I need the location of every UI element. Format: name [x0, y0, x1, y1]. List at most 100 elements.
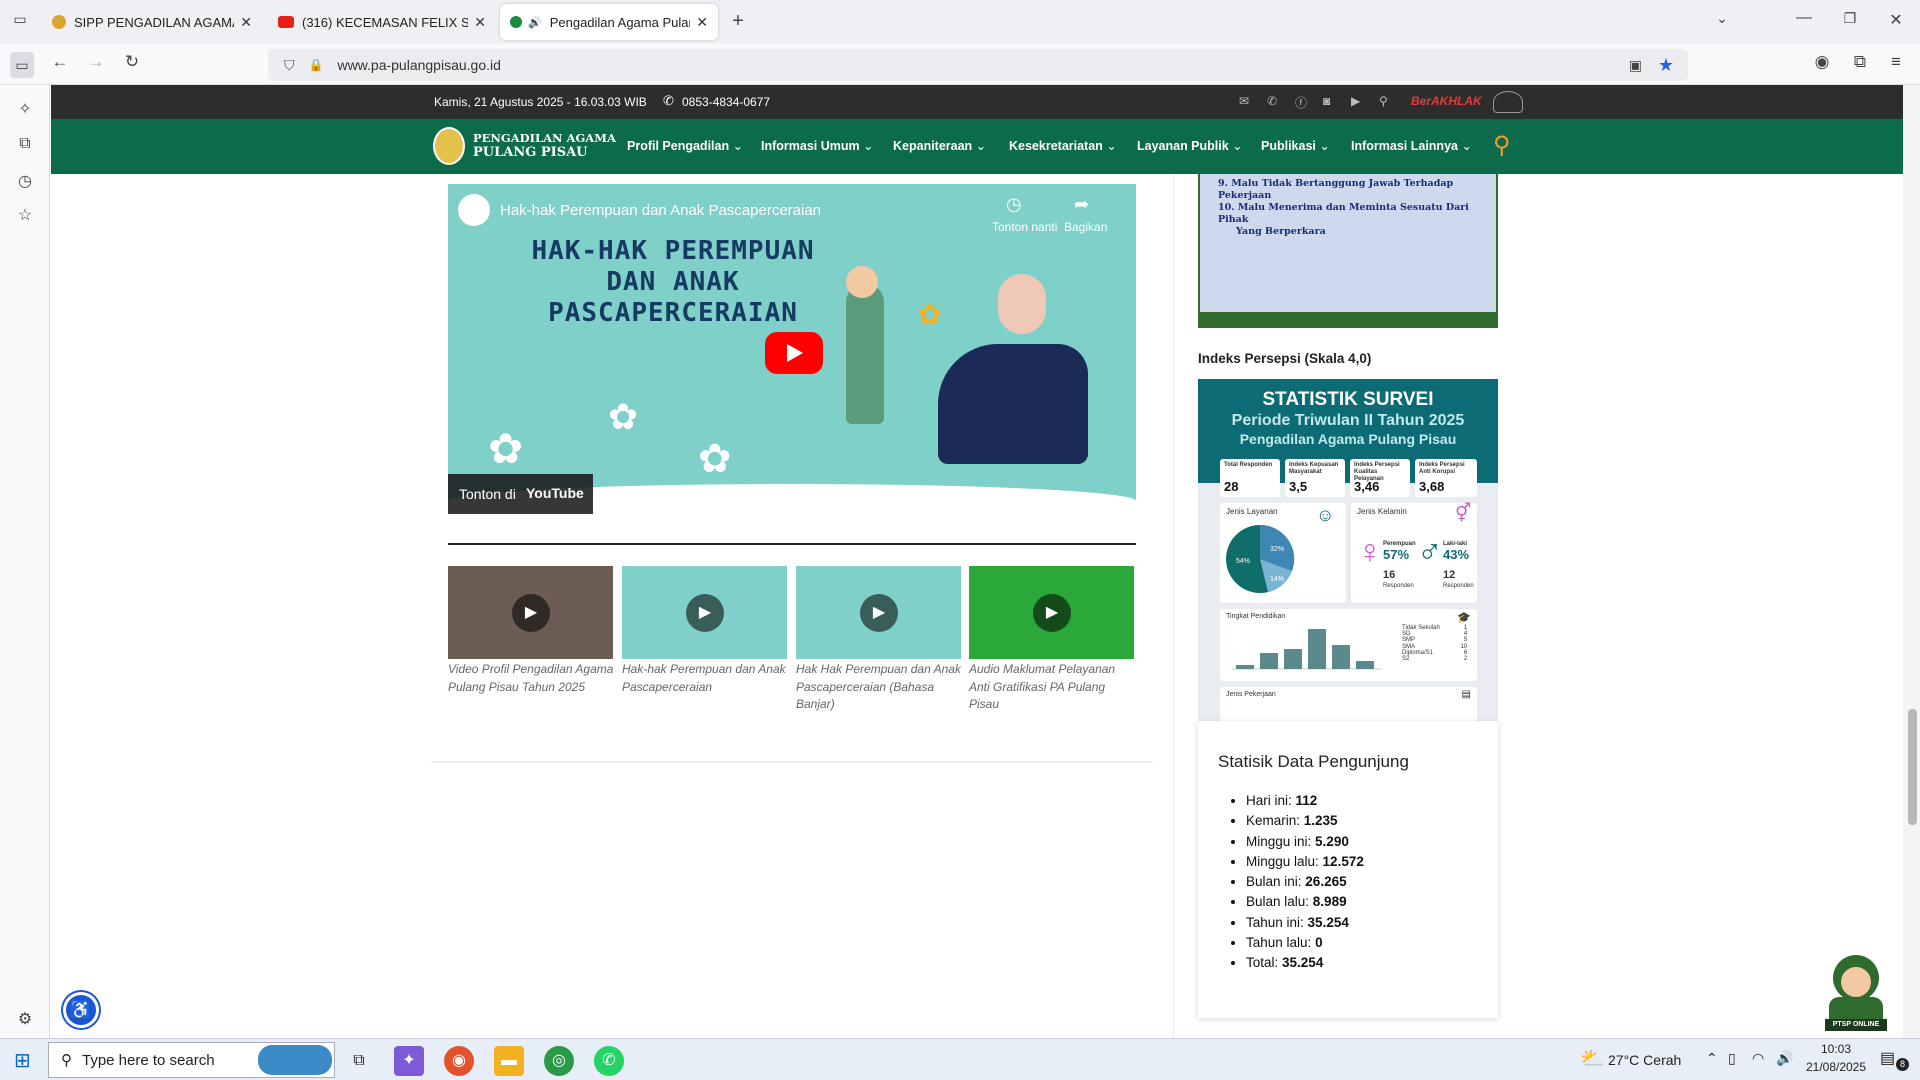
playlist-caption[interactable]: Video Profil Pengadilan Agama Pulang Pis…: [448, 661, 616, 696]
playlist-caption[interactable]: Audio Maklumat Pelayanan Anti Gratifikas…: [969, 661, 1137, 714]
playlist-thumb-profile[interactable]: ▶: [448, 566, 613, 659]
close-icon[interactable]: ✕: [474, 14, 486, 31]
network-icon[interactable]: ◠: [1752, 1050, 1764, 1067]
close-icon[interactable]: ✕: [696, 14, 708, 31]
weather-cloud-sun-icon[interactable]: ⛅: [1580, 1046, 1605, 1071]
new-tab-icon[interactable]: +: [726, 10, 750, 33]
synced-tabs-icon[interactable]: ⧉: [13, 135, 37, 153]
restore-icon[interactable]: ❐: [1838, 10, 1862, 27]
menu-kesekretariatan[interactable]: Kesekretariatan: [1009, 138, 1117, 153]
ai-sparkle-icon[interactable]: ✧: [13, 99, 37, 119]
jenis-layanan-panel: Jenis Layanan 54% 32% 14% ☺: [1220, 503, 1346, 603]
notification-icon[interactable]: ▤: [1880, 1048, 1895, 1068]
share-icon[interactable]: ➦: [1074, 194, 1089, 215]
phone-number[interactable]: 0853-4834-0677: [682, 95, 770, 109]
task-view-icon[interactable]: ⧉: [344, 1046, 374, 1076]
playlist-thumb-gratifikasi[interactable]: ▶: [969, 566, 1134, 659]
shield-icon[interactable]: ⛉: [284, 57, 295, 74]
bookmarks-icon[interactable]: ☆: [13, 205, 37, 225]
menu-icon[interactable]: ≡: [1884, 52, 1908, 72]
watch-later-label[interactable]: Tonton nanti: [992, 220, 1057, 234]
windows-start-icon[interactable]: ⊞: [14, 1048, 31, 1073]
menu-layanan-publik[interactable]: Layanan Publik: [1137, 138, 1243, 153]
tab-youtube[interactable]: (316) KECEMASAN FELIX SIAUW ✕: [268, 4, 496, 40]
reader-view-icon[interactable]: ▣: [1629, 57, 1642, 74]
settings-gear-icon[interactable]: ⚙: [13, 1009, 37, 1029]
whatsapp-app-icon[interactable]: ✆: [594, 1046, 624, 1076]
menu-kepaniteraan[interactable]: Kepaniteraan: [893, 138, 986, 153]
scrollbar[interactable]: [1905, 85, 1920, 1038]
window-close-icon[interactable]: ✕: [1884, 10, 1908, 30]
account-icon[interactable]: ◉: [1810, 52, 1834, 72]
reload-icon[interactable]: ↻: [120, 52, 144, 72]
scrollbar-thumb[interactable]: [1908, 709, 1917, 825]
watch-on-youtube-button[interactable]: Tonton di YouTube: [448, 474, 593, 514]
video-title[interactable]: Hak-hak Perempuan dan Anak Pascapercerai…: [500, 202, 821, 219]
play-button[interactable]: [765, 332, 823, 374]
bar-diploma: [1332, 645, 1350, 669]
ptsp-online-widget[interactable]: PTSP ONLINE: [1825, 955, 1887, 1031]
clock-date[interactable]: 21/08/2025: [1800, 1060, 1872, 1074]
playlist-caption[interactable]: Hak Hak Perempuan dan Anak Pascapercerai…: [796, 661, 964, 714]
banner-line: Yang Berperkara: [1236, 226, 1326, 237]
budaya-malu-banner[interactable]: 9. Malu Tidak Bertanggung Jawab Terhadap…: [1198, 174, 1498, 328]
chrome-icon[interactable]: ◎: [544, 1046, 574, 1076]
minimize-icon[interactable]: —: [1792, 9, 1816, 27]
url-bar[interactable]: ⛉ 🔒 www.pa-pulangpisau.go.id ▣ ★: [268, 49, 1688, 81]
file-explorer-icon[interactable]: ▬: [494, 1046, 524, 1076]
site-logo-icon[interactable]: [433, 127, 465, 165]
brand-line-1[interactable]: PENGADILAN AGAMA: [473, 131, 616, 145]
clock-icon[interactable]: ◷: [1006, 194, 1022, 215]
divider: [448, 543, 1136, 545]
play-icon[interactable]: ▶: [860, 594, 898, 632]
firefox-icon[interactable]: ◉: [444, 1046, 474, 1076]
instagram-icon[interactable]: ◙: [1323, 94, 1330, 108]
play-icon[interactable]: ▶: [1033, 594, 1071, 632]
sidebar-toggle-icon[interactable]: ▭: [10, 52, 34, 78]
weather-text[interactable]: 27°C Cerah: [1608, 1052, 1681, 1068]
search-icon[interactable]: ⚲: [1493, 131, 1511, 160]
extensions-icon[interactable]: ⧉: [1848, 52, 1872, 72]
menu-informasi-umum[interactable]: Informasi Umum: [761, 138, 874, 153]
close-icon[interactable]: ✕: [240, 14, 252, 31]
url-text[interactable]: www.pa-pulangpisau.go.id: [337, 57, 500, 73]
youtube-embed[interactable]: Hak-hak Perempuan dan Anak Pascapercerai…: [448, 184, 1136, 518]
youtube-icon[interactable]: ▶: [1351, 94, 1360, 108]
back-arrow-icon[interactable]: ←: [48, 52, 72, 72]
tab-list-icon[interactable]: ▭: [8, 11, 32, 28]
playlist-caption[interactable]: Hak-hak Perempuan dan Anak Pascapercerai…: [622, 661, 790, 696]
pie-label: 32%: [1270, 546, 1284, 553]
bookmark-star-icon[interactable]: ★: [1658, 55, 1674, 76]
mail-icon[interactable]: ✉: [1239, 94, 1249, 108]
channel-avatar[interactable]: [458, 194, 490, 226]
device-icon[interactable]: ▯: [1728, 1050, 1736, 1067]
facebook-icon[interactable]: ⓕ: [1295, 94, 1307, 111]
playlist-thumb-banjar[interactable]: ▶: [796, 566, 961, 659]
speaker-icon[interactable]: 🔊: [528, 16, 542, 29]
clock-time[interactable]: 10:03: [1808, 1042, 1864, 1056]
menu-publikasi[interactable]: Publikasi: [1261, 138, 1330, 153]
tab-pengadilan-active[interactable]: 🔊 Pengadilan Agama Pulang P ✕: [500, 4, 718, 40]
brand-line-2[interactable]: PULANG PISAU: [473, 145, 588, 160]
forward-arrow-icon[interactable]: →: [84, 52, 108, 72]
list-item: Kemarin: 1.235: [1246, 811, 1364, 831]
menu-profil-pengadilan[interactable]: Profil Pengadilan: [627, 138, 743, 153]
list-item: Tahun lalu: 0: [1246, 933, 1364, 953]
flower-decoration-icon: ✿: [608, 396, 639, 437]
tray-chevron-icon[interactable]: ⌃: [1706, 1050, 1718, 1067]
location-pin-icon[interactable]: ⚲: [1379, 94, 1388, 108]
copilot-icon[interactable]: ✦: [394, 1046, 424, 1076]
history-icon[interactable]: ◷: [13, 171, 37, 191]
taskbar-search-box[interactable]: ⚲ Type here to search: [48, 1042, 335, 1078]
volume-icon[interactable]: 🔊: [1776, 1050, 1793, 1067]
accessibility-icon[interactable]: ♿: [63, 992, 99, 1028]
tab-overflow-chevron-icon[interactable]: ⌄: [1710, 10, 1734, 27]
share-label[interactable]: Bagikan: [1064, 220, 1107, 234]
whatsapp-social-icon[interactable]: ✆: [1267, 94, 1277, 108]
tab-sipp[interactable]: SIPP PENGADILAN AGAMA PUL ✕: [42, 4, 262, 40]
menu-informasi-lainnya[interactable]: Informasi Lainnya: [1351, 138, 1472, 153]
play-icon[interactable]: ▶: [512, 594, 550, 632]
lock-icon[interactable]: 🔒: [309, 58, 324, 72]
play-icon[interactable]: ▶: [686, 594, 724, 632]
playlist-thumb-hak-hak[interactable]: ▶: [622, 566, 787, 659]
